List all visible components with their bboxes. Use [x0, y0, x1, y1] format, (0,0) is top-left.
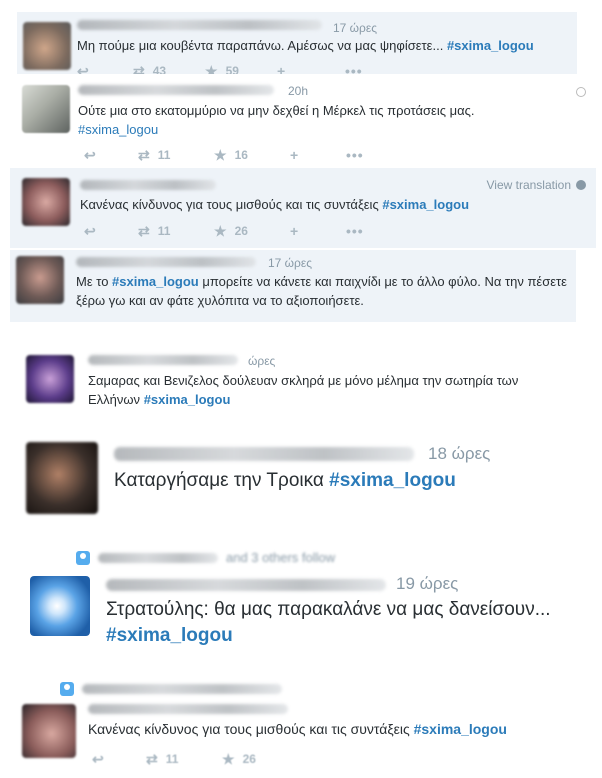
user-name[interactable] [76, 257, 256, 267]
follower-names [82, 684, 282, 694]
user-name[interactable] [114, 447, 414, 461]
hashtag-link[interactable]: #sxima_logou [106, 625, 233, 646]
hashtag-link[interactable]: #sxima_logou [78, 122, 158, 137]
like-star-icon: ★ [222, 751, 235, 767]
tweet-text: Ούτε μια στο εκατομμύριο να μην δεχθεί η… [78, 103, 475, 137]
like-star-icon: ★ [205, 63, 218, 74]
follow-button[interactable]: + [290, 148, 298, 162]
reply-button[interactable]: ↩ [77, 64, 89, 74]
tweet-time[interactable]: 19 ώρες [396, 574, 458, 594]
tweet-text: Στρατούλης: θα μας παρακαλάνε να μας δαν… [106, 599, 551, 646]
tweet-text: Κανένας κίνδυνος για τους μισθούς και τι… [88, 721, 507, 737]
tweet-text: Κανένας κίνδυνος για τους μισθούς και τι… [80, 197, 470, 212]
tweet-text: Σαμαρας και Βενιζελος δούλευαν σκληρά με… [88, 373, 519, 407]
user-name[interactable] [77, 20, 322, 30]
retweet-button[interactable]: ⇄ 11 [138, 148, 170, 162]
hashtag-link[interactable]: #sxima_logou [112, 274, 199, 289]
follow-context [60, 682, 282, 696]
user-name[interactable] [88, 704, 288, 714]
more-icon: ••• [346, 147, 364, 163]
follow-icon: + [290, 223, 299, 239]
tweet-actions: ↩ ⇄ 43 ★ 59 + ••• [77, 64, 477, 74]
like-button[interactable]: ★ 26 [222, 752, 256, 766]
more-icon: ••• [345, 63, 363, 74]
reply-button[interactable]: ↩ [84, 224, 96, 238]
user-name[interactable] [88, 355, 238, 365]
retweet-button[interactable]: ⇄ 11 [138, 224, 170, 238]
tweet-actions: ↩ ⇄ 11 ★ 16 + ••• [84, 148, 484, 164]
hashtag-link[interactable]: #sxima_logou [329, 470, 456, 491]
tweet-text: Μη πούμε μια κουβέντα παραπάνω. Αμέσως ν… [77, 38, 534, 53]
more-button[interactable]: ••• [345, 64, 363, 74]
follow-button[interactable]: + [290, 224, 298, 238]
follow-icon: + [277, 63, 286, 74]
tweet-card-7[interactable]: and 3 others follow 19 ώρες Στρατούλης: … [8, 548, 596, 660]
follow-context: and 3 others follow [76, 550, 335, 565]
avatar[interactable] [23, 22, 71, 70]
tweet-time[interactable]: ώρες [248, 354, 275, 368]
globe-icon [576, 180, 586, 190]
tweet-card-2[interactable]: 20h Ούτε μια στο εκατομμύριο να μην δεχθ… [12, 75, 596, 167]
tweet-time[interactable]: 17 ώρες [333, 21, 377, 35]
tweet-text: Με το #sxima_logou μπορείτε να κάνετε κα… [76, 274, 567, 308]
follow-icon: + [290, 147, 299, 163]
hashtag-link[interactable]: #sxima_logou [144, 392, 231, 407]
view-translation-link[interactable]: View translation [487, 178, 586, 192]
tweet-card-5[interactable]: ώρες Σαμαρας και Βενιζελος δούλευαν σκλη… [12, 345, 596, 415]
follow-button[interactable]: + [277, 64, 285, 74]
reply-button[interactable]: ↩ [92, 752, 104, 766]
more-icon: ••• [346, 223, 364, 239]
retweet-button[interactable]: ⇄ 11 [146, 752, 178, 766]
user-name[interactable] [106, 579, 386, 591]
person-icon [76, 550, 90, 565]
hashtag-link[interactable]: #sxima_logou [447, 38, 534, 53]
hashtag-link[interactable]: #sxima_logou [382, 197, 469, 212]
globe-icon[interactable] [576, 87, 586, 97]
tweet-text: Καταργήσαμε την Τροικα #sxima_logou [114, 470, 456, 491]
like-star-icon: ★ [214, 223, 227, 239]
hashtag-link[interactable]: #sxima_logou [414, 721, 507, 737]
retweet-icon: ⇄ [138, 147, 150, 163]
more-button[interactable]: ••• [346, 148, 364, 162]
user-name[interactable] [78, 85, 274, 95]
avatar[interactable] [26, 442, 98, 514]
like-star-icon: ★ [214, 147, 227, 163]
avatar[interactable] [16, 256, 64, 304]
retweet-icon: ⇄ [138, 223, 150, 239]
reply-icon: ↩ [84, 223, 96, 239]
tweet-card-8[interactable]: Κανένας κίνδυνος για τους μισθούς και τι… [8, 676, 596, 778]
tweet-actions: ↩ ⇄ 11 ★ 26 [92, 752, 492, 768]
avatar[interactable] [22, 704, 76, 758]
retweet-icon: ⇄ [133, 63, 145, 74]
like-button[interactable]: ★ 59 [205, 64, 239, 74]
like-button[interactable]: ★ 26 [214, 224, 248, 238]
tweet-card-6[interactable]: 18 ώρες Καταργήσαμε την Τροικα #sxima_lo… [8, 432, 596, 522]
reply-icon: ↩ [77, 63, 89, 74]
avatar[interactable] [26, 355, 74, 403]
tweet-card-1[interactable]: 17 ώρες Μη πούμε μια κουβέντα παραπάνω. … [17, 12, 577, 74]
like-button[interactable]: ★ 16 [214, 148, 248, 162]
follower-names [98, 552, 218, 563]
tweet-card-4[interactable]: 17 ώρες Με το #sxima_logou μπορείτε να κ… [10, 250, 576, 322]
reply-icon: ↩ [92, 751, 104, 767]
person-icon [60, 682, 74, 696]
tweet-time[interactable]: 18 ώρες [428, 444, 490, 464]
avatar[interactable] [22, 85, 70, 133]
avatar[interactable] [22, 178, 70, 226]
user-name[interactable] [80, 180, 216, 190]
avatar[interactable] [30, 576, 90, 636]
reply-button[interactable]: ↩ [84, 148, 96, 162]
more-button[interactable]: ••• [346, 224, 364, 238]
tweet-card-3[interactable]: View translation Κανένας κίνδυνος για το… [10, 168, 596, 248]
tweet-actions: ↩ ⇄ 11 ★ 26 + ••• [84, 224, 484, 240]
tweet-time[interactable]: 20h [288, 84, 308, 98]
retweet-button[interactable]: ⇄ 43 [133, 64, 166, 74]
tweet-time[interactable]: 17 ώρες [268, 256, 312, 270]
retweet-icon: ⇄ [146, 751, 158, 767]
reply-icon: ↩ [84, 147, 96, 163]
